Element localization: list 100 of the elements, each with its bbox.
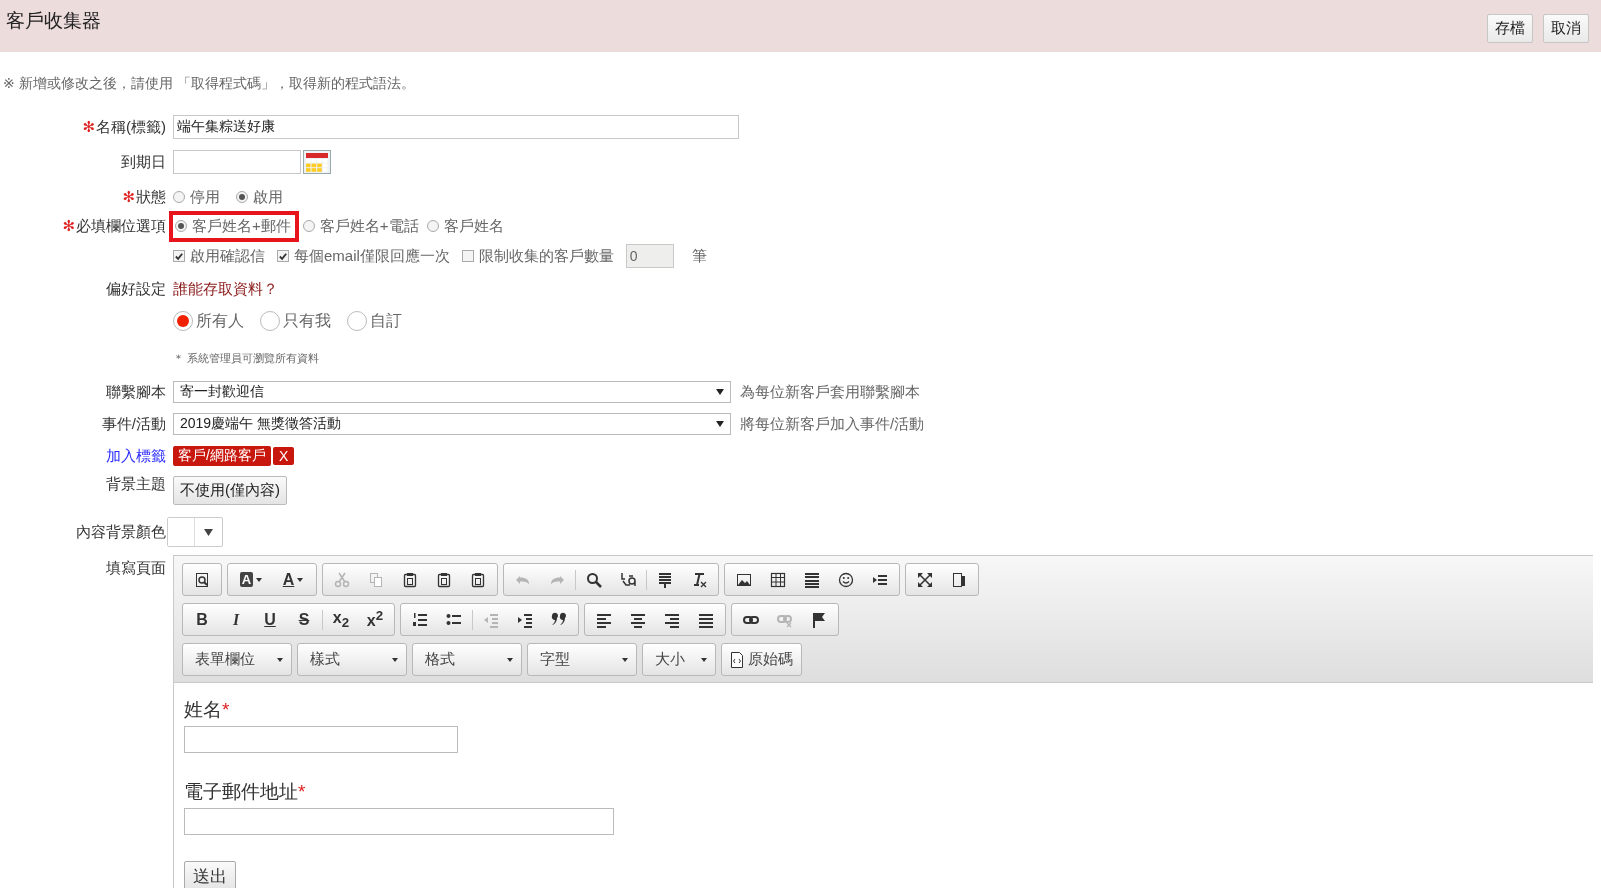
option-label: 啟用	[253, 187, 283, 207]
required-mark: ✻	[62, 217, 75, 235]
align-right-icon	[664, 611, 680, 628]
table-icon	[770, 571, 786, 588]
field-label: 名稱(標籤)	[96, 117, 166, 137]
checkbox-label: 每個email僅限回應一次	[294, 246, 450, 266]
clipboard-icon	[470, 571, 486, 588]
checkbox[interactable]	[173, 250, 185, 262]
text-color-button[interactable]: A	[272, 564, 314, 595]
clear-format-icon	[691, 571, 707, 588]
source-button[interactable]: 原始碼	[721, 643, 802, 676]
replace-icon	[620, 571, 636, 588]
radio-button[interactable]	[347, 311, 367, 331]
calendar-icon[interactable]	[303, 150, 331, 174]
tag-remove-button[interactable]: X	[272, 447, 295, 465]
option-label: 客戶姓名+郵件	[192, 216, 291, 236]
justify-icon	[698, 611, 714, 628]
tag: 客戶/網路客戶	[173, 446, 271, 466]
radio-button[interactable]	[236, 191, 248, 203]
image-icon	[736, 571, 752, 588]
indent-icon	[517, 611, 533, 628]
caret-icon	[716, 389, 724, 395]
color-picker[interactable]	[167, 517, 223, 547]
smiley-icon	[838, 571, 854, 588]
format-dropdown[interactable]: 表單欄位	[182, 643, 292, 676]
checkbox-label: 限制收集的客戶數量	[478, 246, 614, 266]
format-dropdown[interactable]: 格式	[412, 643, 522, 676]
field-label: 填寫頁面	[106, 559, 166, 578]
option-label: 所有人	[196, 310, 244, 331]
format-dropdown[interactable]: 大小	[642, 643, 716, 676]
radio-button[interactable]	[175, 220, 187, 232]
subscript-button[interactable]: x$_{2}$	[324, 604, 358, 635]
align-left-icon	[596, 611, 612, 628]
maximize-icon	[917, 571, 933, 588]
checkbox[interactable]	[277, 250, 289, 262]
background-color-button[interactable]: A	[230, 564, 272, 595]
text-field[interactable]	[184, 808, 614, 835]
form-field-label: 電子郵件地址	[184, 781, 298, 802]
format-dropdown[interactable]: 字型	[527, 643, 637, 676]
required-mark: ✻	[82, 118, 95, 136]
quote-icon	[551, 611, 567, 628]
required-mark: *	[222, 699, 230, 720]
field-label: 必填欄位選項	[76, 216, 166, 236]
option-label: 停用	[190, 187, 220, 207]
page-title: 客戶收集器	[6, 9, 101, 33]
submit-button[interactable]: 送出	[184, 861, 236, 888]
underline-button[interactable]: U	[253, 604, 287, 635]
dropdown[interactable]: 寄一封歡迎信	[173, 381, 731, 403]
form-field-label: 姓名	[184, 699, 222, 720]
clipboard-icon	[436, 571, 452, 588]
field-label: 事件/活動	[101, 414, 166, 434]
blocks-icon	[951, 571, 967, 588]
caret-icon	[204, 528, 213, 536]
radio-button[interactable]	[260, 311, 280, 331]
scissors-icon	[334, 571, 350, 588]
field-label: 聯繫腳本	[106, 382, 166, 402]
align-center-icon	[630, 611, 646, 628]
bold-button[interactable]: B	[185, 604, 219, 635]
admin-note: ＊ 系統管理員可瀏覽所有資料	[173, 350, 320, 366]
hint-text: 為每位新客戶套用聯繫腳本	[740, 382, 920, 402]
name-field[interactable]: 端午集粽送好康	[173, 115, 739, 139]
radio-button[interactable]	[426, 220, 439, 232]
unit-label: 筆	[691, 246, 707, 266]
lines-icon	[804, 571, 820, 588]
copy-icon	[368, 571, 384, 588]
superscript-button[interactable]: x$^{2}$	[358, 604, 392, 635]
strikethrough-button[interactable]: S	[287, 604, 321, 635]
code-file-icon	[730, 651, 744, 668]
cancel-button[interactable]: 取消	[1543, 14, 1589, 43]
option-label: 自訂	[370, 310, 402, 331]
italic-button[interactable]: I	[219, 604, 253, 635]
option-label: 只有我	[283, 310, 331, 331]
search-icon	[586, 571, 602, 588]
save-button[interactable]: 存檔	[1487, 14, 1533, 43]
outdent-icon	[483, 611, 499, 628]
preview-icon	[194, 571, 210, 588]
field-label: 偏好設定	[106, 279, 166, 299]
radio-button[interactable]	[173, 311, 193, 331]
theme-button[interactable]: 不使用(僅內容)	[173, 475, 287, 505]
field-label: 狀態	[136, 187, 166, 207]
hint-text: 將每位新客戶加入事件/活動	[740, 414, 925, 434]
checkbox[interactable]	[461, 250, 474, 262]
option-label: 客戶姓名+電話	[319, 216, 419, 236]
checkbox-label: 啟用確認信	[190, 246, 265, 266]
format-dropdown[interactable]: 樣式	[297, 643, 407, 676]
radio-button[interactable]	[173, 191, 185, 203]
notice-text: ※ 新增或修改之後，請使用 「取得程式碼」，取得新的程式語法。	[2, 74, 416, 93]
date-field[interactable]	[173, 150, 301, 174]
option-label: 客戶姓名	[443, 216, 504, 236]
add-tag-link[interactable]: 加入標籤	[106, 446, 166, 466]
text-block-icon	[657, 571, 673, 588]
field-label: 到期日	[121, 152, 166, 172]
bullet-list-icon	[446, 611, 462, 628]
field-label: 背景主題	[106, 475, 166, 494]
field-label: 內容背景顏色	[76, 522, 166, 542]
clipboard-icon	[402, 571, 418, 588]
caret-icon	[716, 421, 724, 427]
text-field[interactable]	[184, 726, 458, 753]
radio-button[interactable]	[302, 220, 315, 232]
dropdown[interactable]: 2019慶端午 無獎徵答活動	[173, 413, 731, 435]
